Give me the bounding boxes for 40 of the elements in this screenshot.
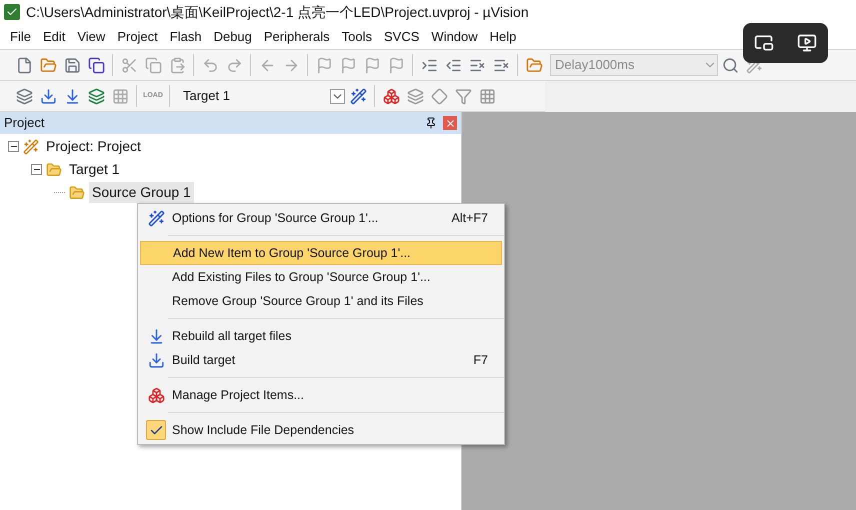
- app-logo-icon: [4, 4, 20, 20]
- collapse-toggle[interactable]: [31, 164, 42, 175]
- check-icon: [146, 420, 166, 440]
- menu-item[interactable]: View: [71, 26, 112, 46]
- menu-item[interactable]: Build target F7: [140, 348, 502, 372]
- menu-item[interactable]: Options for Group 'Source Group 1'... Alt+F7: [140, 206, 502, 230]
- collapse-toggle[interactable]: [8, 141, 19, 152]
- tree-item[interactable]: Target 1: [66, 159, 123, 180]
- menu-item[interactable]: Show Include File Dependencies: [140, 418, 502, 442]
- blocks-icon: [148, 386, 164, 404]
- menu-item[interactable]: Manage Project Items...: [140, 383, 502, 407]
- wand-icon: [148, 210, 164, 226]
- menu-item[interactable]: Rebuild all target files: [140, 324, 502, 348]
- folder-icon: [46, 162, 62, 178]
- tree-item[interactable]: Source Group 1: [89, 182, 194, 203]
- menu-item[interactable]: Peripherals: [258, 26, 336, 46]
- panel-title: Project: [4, 114, 44, 132]
- menu-item[interactable]: Debug: [208, 26, 258, 46]
- menu-item[interactable]: Add Existing Files to Group 'Source Group 1'...: [140, 265, 502, 289]
- menu-item[interactable]: Remove Group 'Source Group 1' and its Files: [140, 289, 502, 313]
- menu-item[interactable]: Project: [111, 26, 164, 46]
- close-icon: [444, 118, 456, 128]
- menu-item[interactable]: Edit: [36, 26, 72, 46]
- menu-item[interactable]: Tools: [336, 26, 378, 46]
- menu-item[interactable]: Window: [425, 26, 484, 46]
- folder-icon: [69, 184, 85, 200]
- close-button[interactable]: [443, 116, 457, 130]
- video-icon[interactable]: [796, 33, 817, 53]
- download-icon: [148, 352, 164, 368]
- menu-item[interactable]: File: [4, 26, 37, 46]
- target-select[interactable]: Target 1: [178, 85, 346, 107]
- tree-item[interactable]: Project: Project: [43, 136, 144, 157]
- wand-icon: [23, 138, 39, 154]
- picture-in-picture-icon[interactable]: [754, 33, 774, 53]
- menu-item[interactable]: Add New Item to Group 'Source Group 1'...: [140, 241, 502, 265]
- menu-item[interactable]: Flash: [164, 26, 208, 46]
- menu-item[interactable]: Help: [484, 26, 522, 46]
- menu-item[interactable]: SVCS: [378, 26, 426, 46]
- window-title: C:\Users\Administrator\桌面\KeilProject\2-1 点亮一个LED\Project.uvproj - µVision: [26, 2, 529, 22]
- pin-icon[interactable]: [425, 117, 437, 129]
